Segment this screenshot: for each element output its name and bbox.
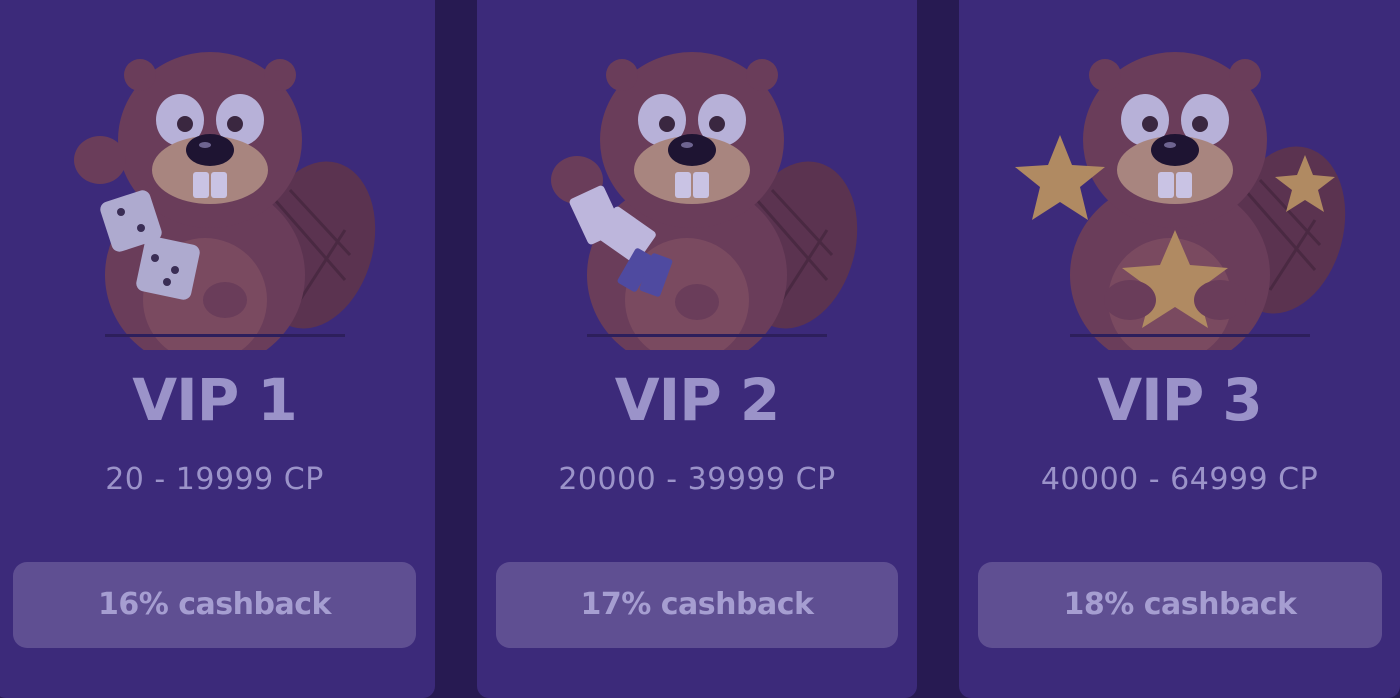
vip-tier-card-2: VIP 2 20000 - 39999 CP 17% cashback [477,0,917,698]
beaver-cards-mascot-icon [527,30,867,350]
vip-tier-card-1: VIP 1 20 - 19999 CP 16% cashback [0,0,435,698]
cashback-button[interactable]: 18% cashback [978,562,1382,648]
cashback-button[interactable]: 17% cashback [496,562,898,648]
tier-title: VIP 1 [132,366,298,434]
tier-points-range: 20 - 19999 CP [105,462,324,497]
tier-points-range: 20000 - 39999 CP [558,462,836,497]
beaver-stars-mascot-icon [1010,30,1350,350]
beaver-dice-mascot-icon [45,30,385,350]
vip-tier-list: VIP 1 20 - 19999 CP 16% cashback VIP 2 2… [0,0,1400,698]
tier-title: VIP 2 [614,366,781,434]
tier-points-range: 40000 - 64999 CP [1040,462,1319,497]
vip-tier-card-3: VIP 3 40000 - 64999 CP 18% cashback [959,0,1400,698]
tier-title: VIP 3 [1097,366,1263,434]
cashback-button[interactable]: 16% cashback [13,562,416,648]
